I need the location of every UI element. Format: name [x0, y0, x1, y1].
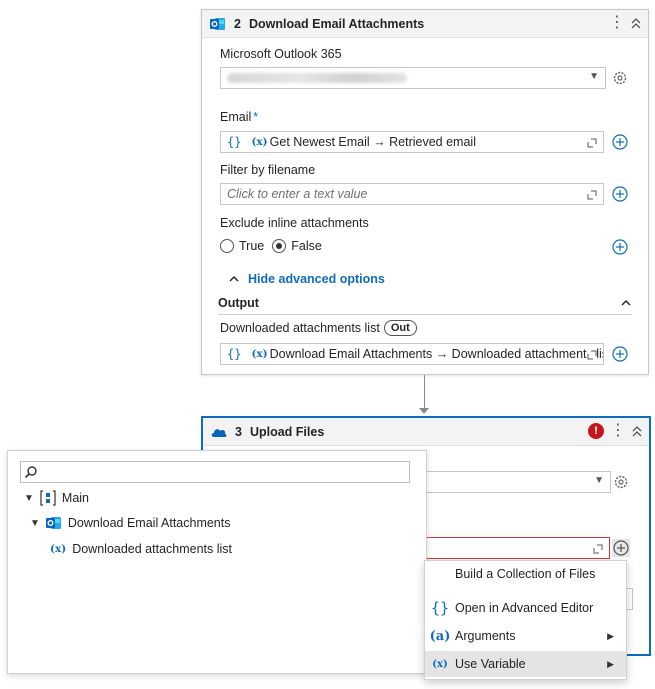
settings-gear-icon[interactable]: [612, 473, 630, 491]
connection-dropdown[interactable]: ▼: [220, 67, 606, 89]
chevron-down-icon[interactable]: ▼: [24, 493, 34, 504]
tree-item-label: Download Email Attachments: [67, 516, 231, 530]
chevron-up-icon: [229, 275, 239, 282]
exclude-inline-radio-group: True False: [220, 239, 322, 253]
expand-icon[interactable]: [587, 138, 597, 148]
variable-icon: (x): [50, 543, 67, 555]
downloaded-attachments-output[interactable]: {} (x) Download Email Attachments → Down…: [220, 343, 604, 365]
required-marker: *: [253, 110, 259, 124]
filter-input[interactable]: Click to enter a text value: [220, 183, 604, 205]
flow-connector: [424, 375, 425, 411]
email-value: Get Newest Email → Retrieved email: [269, 135, 476, 149]
expand-icon[interactable]: [587, 350, 597, 360]
radio-true[interactable]: [220, 239, 234, 253]
more-options-icon[interactable]: ⋮: [610, 423, 626, 439]
flow-arrow-icon: [419, 408, 429, 414]
activity-card-download-email-attachments: 2 Download Email Attachments ⋮ Microsoft…: [201, 9, 649, 375]
exclude-inline-label: Exclude inline attachments: [220, 216, 369, 230]
tree-item-download-email-attachments[interactable]: ▼ Download Email Attachments: [30, 516, 231, 530]
submenu-arrow-icon: ▶: [607, 658, 614, 669]
output-divider: [218, 314, 632, 315]
tree-item-label: Main: [61, 491, 89, 505]
radio-false[interactable]: [272, 239, 287, 253]
more-options-icon[interactable]: ⋮: [609, 15, 625, 31]
step-number: 3: [235, 424, 242, 439]
downloaded-attachments-value: Download Email Attachments → Downloaded …: [269, 347, 604, 361]
chevron-down-icon: ▼: [589, 71, 599, 82]
email-label-text: Email: [220, 110, 252, 124]
email-input[interactable]: {} (x) Get Newest Email → Retrieved emai…: [220, 131, 604, 153]
braces-icon: {}: [227, 135, 242, 149]
braces-icon: {}: [227, 347, 242, 361]
braces-icon: {}: [430, 599, 450, 617]
outlook-icon: [210, 17, 225, 30]
downloaded-attachments-label-row: Downloaded attachments list Out: [220, 320, 417, 336]
redacted-account: [227, 73, 407, 83]
collapse-icon[interactable]: [630, 16, 642, 30]
connection-dropdown[interactable]: ▼: [427, 471, 611, 493]
radio-false-label[interactable]: False: [291, 239, 322, 253]
collapse-output-icon[interactable]: [620, 298, 632, 308]
hide-advanced-options-label: Hide advanced options: [248, 272, 385, 286]
tree-item-main[interactable]: ▼ Main: [24, 490, 89, 506]
chevron-down-icon: ▼: [594, 475, 604, 486]
radio-true-label[interactable]: True: [239, 239, 264, 253]
menu-item-open-advanced-editor[interactable]: {} Open in Advanced Editor: [425, 595, 626, 621]
variable-picker-popup: ▼ Main ▼ Download Email Attachments (x) …: [7, 450, 427, 674]
output-section-title: Output: [218, 296, 259, 310]
add-plus-icon[interactable]: [611, 345, 629, 363]
card-header[interactable]: 3 Upload Files ! ⋮: [203, 418, 649, 446]
chevron-down-icon[interactable]: ▼: [30, 518, 40, 529]
card-title: Upload Files: [249, 424, 325, 439]
add-plus-icon[interactable]: [611, 185, 629, 203]
variable-icon: (x): [251, 136, 268, 148]
menu-item-label: Arguments: [455, 629, 516, 643]
variable-icon: (x): [432, 658, 448, 670]
onedrive-icon: [211, 428, 227, 437]
menu-item-arguments[interactable]: (a) Arguments ▶: [425, 623, 626, 649]
expand-icon[interactable]: [593, 544, 603, 554]
workflow-icon: [40, 490, 56, 506]
connection-label: Microsoft Outlook 365: [220, 47, 342, 61]
hide-advanced-options-toggle[interactable]: Hide advanced options: [228, 272, 385, 286]
add-plus-icon[interactable]: [611, 238, 629, 256]
email-label: Email *: [220, 110, 258, 124]
tree-item-label: Downloaded attachments list: [72, 542, 233, 556]
submenu-arrow-icon: ▶: [607, 630, 614, 641]
search-icon: [24, 466, 37, 479]
menu-item-label: Open in Advanced Editor: [455, 601, 594, 615]
outlook-icon: [45, 517, 61, 529]
add-plus-icon[interactable]: [611, 133, 629, 151]
add-plus-icon[interactable]: [612, 539, 630, 557]
expand-icon[interactable]: [587, 190, 597, 200]
variable-search-input[interactable]: [20, 461, 410, 483]
filter-label: Filter by filename: [220, 163, 316, 177]
menu-item-label: Build a Collection of Files: [455, 567, 596, 581]
tree-item-downloaded-attachments-list[interactable]: (x) Downloaded attachments list: [50, 542, 232, 556]
out-badge: Out: [383, 320, 417, 336]
filter-placeholder: Click to enter a text value: [227, 187, 368, 201]
settings-gear-icon[interactable]: [611, 69, 629, 87]
argument-icon: (a): [429, 628, 451, 644]
collapse-icon[interactable]: [631, 424, 643, 438]
menu-item-label: Use Variable: [455, 657, 526, 671]
card-title: Download Email Attachments: [248, 16, 425, 31]
menu-item-build-collection[interactable]: Build a Collection of Files: [425, 561, 626, 587]
menu-item-use-variable[interactable]: (x) Use Variable ▶: [425, 651, 626, 677]
variable-icon: (x): [251, 348, 268, 360]
plus-context-menu: Build a Collection of Files {} Open in A…: [424, 560, 627, 680]
downloaded-attachments-label: Downloaded attachments list: [220, 321, 380, 335]
error-badge-icon[interactable]: !: [588, 423, 604, 439]
step-number: 2: [234, 16, 241, 31]
files-input-error[interactable]: [427, 537, 610, 559]
card-header[interactable]: 2 Download Email Attachments ⋮: [202, 10, 648, 38]
